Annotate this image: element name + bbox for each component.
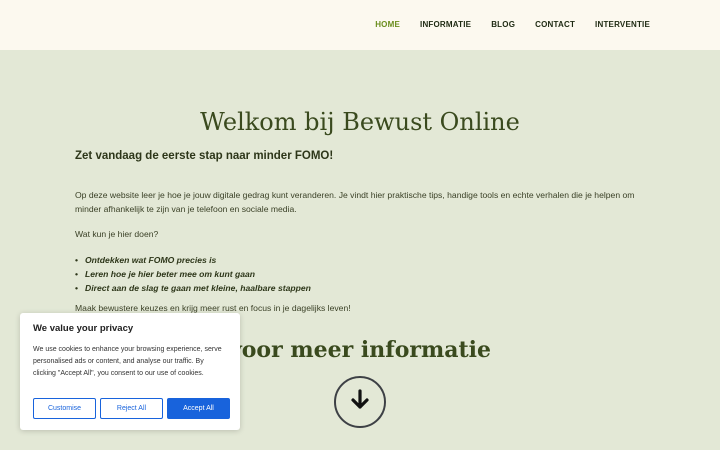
list-item: Leren hoe je hier beter mee om kunt gaan	[75, 267, 311, 281]
feature-list: Ontdekken wat FOMO precies is Leren hoe …	[75, 253, 311, 295]
scroll-down-button[interactable]	[334, 376, 386, 428]
cookie-consent-banner: We value your privacy We use cookies to …	[20, 313, 240, 430]
page-subtitle: Zet vandaag de eerste stap naar minder F…	[75, 150, 334, 162]
intro-paragraph: Op deze website leer je hoe je jouw digi…	[75, 190, 635, 214]
accept-all-button[interactable]: Accept All	[167, 398, 230, 419]
reject-all-button[interactable]: Reject All	[100, 398, 163, 419]
cookie-title: We value your privacy	[33, 323, 134, 334]
nav-item-home[interactable]: HOME	[375, 20, 400, 29]
site-header: HOME INFORMATIE BLOG CONTACT INTERVENTIE	[0, 0, 720, 50]
cookie-buttons: Customise Reject All Accept All	[33, 398, 230, 419]
main-nav: HOME INFORMATIE BLOG CONTACT INTERVENTIE	[375, 20, 650, 29]
nav-item-informatie[interactable]: INFORMATIE	[420, 20, 471, 29]
nav-item-blog[interactable]: BLOG	[491, 20, 515, 29]
arrow-down-icon	[348, 388, 372, 417]
list-item: Direct aan de slag te gaan met kleine, h…	[75, 281, 311, 295]
question-paragraph: Wat kun je hier doen?	[75, 229, 159, 239]
cookie-text: We use cookies to enhance your browsing …	[33, 346, 222, 377]
list-item: Ontdekken wat FOMO precies is	[75, 253, 311, 267]
customise-button[interactable]: Customise	[33, 398, 96, 419]
nav-item-contact[interactable]: CONTACT	[535, 20, 575, 29]
page-title: Welkom bij Bewust Online	[200, 108, 520, 136]
nav-item-interventie[interactable]: INTERVENTIE	[595, 20, 650, 29]
